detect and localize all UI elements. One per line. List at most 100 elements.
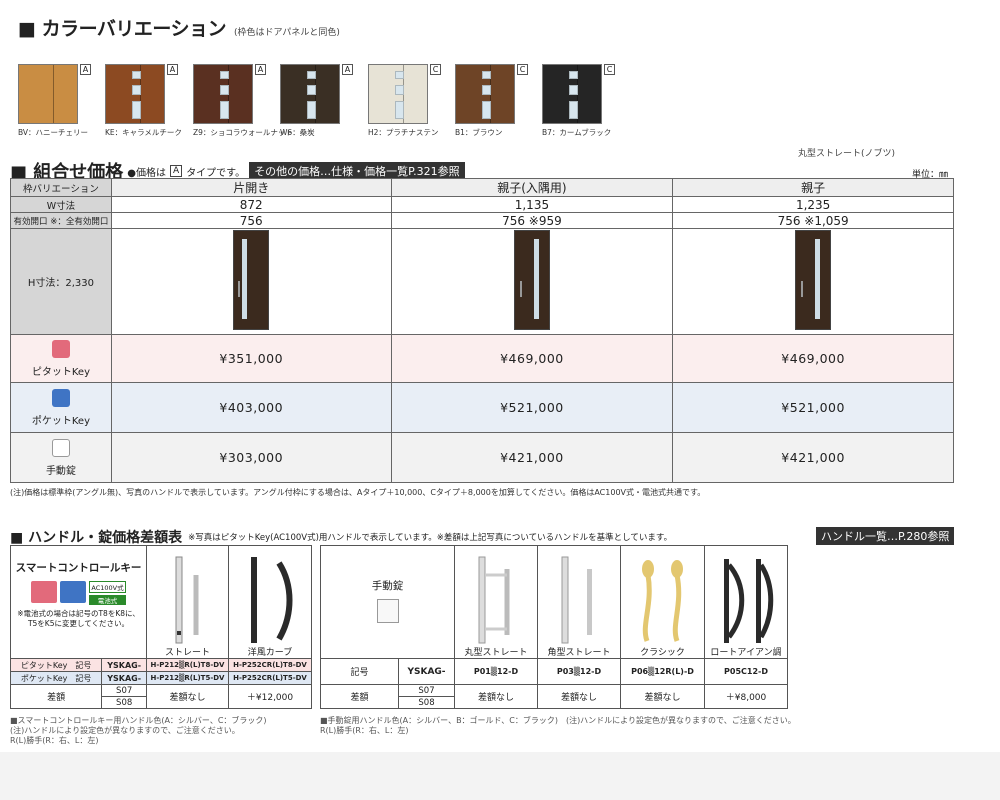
price-footnote: (注)価格は標準枠(アングル無)、写真のハンドルで表示しています。アングル付枠に…	[10, 488, 706, 497]
manual-s08: S08	[398, 696, 455, 709]
type-tag: A	[342, 64, 353, 75]
manual-diff-3: ＋¥8,000	[704, 684, 788, 709]
round-straight-handle-icon	[478, 556, 510, 644]
handle-classic-cell: クラシック	[620, 545, 705, 659]
color-swatch	[368, 64, 428, 124]
manual-lock-icon	[376, 599, 399, 623]
manual-code-label: 記号	[320, 658, 399, 685]
price-table: 枠バリエーション 片開き 親子(入隅用) 親子 W寸法 872 1,135 1,…	[10, 178, 954, 483]
pitat-code-1: H-P252CR(L)T8-DV	[228, 658, 312, 672]
price-pocket-2: ¥521,000	[672, 382, 954, 433]
pitat-key-icon	[31, 581, 58, 603]
pitat-code-label: ピタットKey 記号	[9, 658, 103, 672]
smart-key-table: スマートコントロールキー AC100V式 電池式 ※電池式の場合は記号のT8をK…	[9, 545, 312, 709]
swatch-label: H2：プラチナステン	[368, 128, 439, 137]
price-note-tag: A	[170, 165, 183, 177]
manual-code-3: P05C12-D	[704, 658, 788, 685]
opening-value-0: 756	[110, 212, 392, 229]
smart-diff-label: 差額	[9, 684, 103, 709]
manual-diff-2: 差額なし	[620, 684, 705, 709]
door-image	[513, 230, 550, 330]
row-label-pitat: ピタットKey	[10, 334, 112, 383]
pocket-key-icon	[60, 581, 87, 603]
type-tag: C	[430, 64, 441, 75]
color-variation-note: (枠色はドアパネルと同色)	[234, 28, 340, 38]
type-tag: A	[80, 64, 91, 75]
smart-s08: S08	[101, 696, 147, 709]
w-value-1: 1,135	[390, 196, 674, 213]
type-tag: C	[604, 64, 615, 75]
door-photo-single	[110, 228, 392, 335]
handle-list-ref: ハンドル一覧…P.280参照	[816, 527, 955, 545]
swatch-label: KE：キャラメルチーク	[105, 128, 182, 137]
color-swatch	[280, 64, 340, 124]
manual-diff-label: 差額	[320, 684, 399, 709]
row-label-pocket: ポケットKey	[10, 382, 112, 433]
door-swatch-image	[368, 64, 428, 124]
w-value-0: 872	[110, 196, 392, 213]
door-swatch-image	[105, 64, 165, 124]
price-pitat-0: ¥351,000	[110, 334, 392, 383]
row-label-manual: 手動錠	[10, 432, 112, 483]
swatch-label: BV：ハニーチェリー	[18, 128, 89, 137]
pocket-code-label: ポケットKey 記号	[9, 671, 103, 685]
price-pocket-0: ¥403,000	[110, 382, 392, 433]
door-image	[795, 230, 832, 330]
smart-s07: S07	[101, 684, 147, 697]
door-swatch-image	[280, 64, 340, 124]
manual-code-1: P03▒12-D	[537, 658, 621, 685]
pitat-code-0: H-P212▒R(L)T8-DV	[146, 658, 229, 672]
smart-footnote-2: (注)ハンドルにより設定色が異なりますので、ご注意ください。	[10, 726, 240, 735]
pitat-key-icon	[51, 339, 70, 358]
wrought-iron-handle-icon	[724, 559, 774, 643]
classic-handle-icon	[641, 560, 683, 642]
manual-s07: S07	[398, 684, 455, 697]
swatch-label: B7：カームブラック	[542, 128, 612, 137]
color-variation-title: ■ カラーバリエーション	[18, 18, 227, 40]
manual-lock-table: 手動錠 丸型ストレート 角型ストレート クラシック ロートアイアン調 記号 YS…	[320, 545, 788, 709]
variation-header: 枠バリエーション	[10, 178, 112, 197]
pitat-code-prefix: YSKAG-	[101, 658, 147, 672]
color-swatch	[455, 64, 515, 124]
col-name-0: 片開き	[110, 178, 392, 197]
page-bottom-band	[0, 752, 1000, 800]
h-header: H寸法：2,330	[10, 228, 112, 335]
door-swatch-image	[18, 64, 78, 124]
color-swatch	[105, 64, 165, 124]
handle-header: ■ ハンドル・錠価格差額表 ※写真はピタットKey(AC100V式)用ハンドルで…	[10, 527, 672, 547]
color-swatch	[193, 64, 253, 124]
pocket-code-0: H-P212▒R(L)T5-DV	[146, 671, 229, 685]
handle-iron-cell: ロートアイアン調	[704, 545, 788, 659]
price-manual-1: ¥421,000	[390, 432, 674, 483]
manual-code-2: P06▒12R(L)-D	[620, 658, 705, 685]
type-tag: A	[167, 64, 178, 75]
color-variation-header: ■ カラーバリエーション (枠色はドアパネルと同色)	[18, 14, 340, 41]
color-swatch	[542, 64, 602, 124]
price-pitat-1: ¥469,000	[390, 334, 674, 383]
pocket-code-1: H-P252CR(L)T5-DV	[228, 671, 312, 685]
manual-footnotes: ■手動錠用ハンドル色(A：シルバー、B：ゴールド、C：ブラック) (注)ハンドル…	[320, 716, 960, 736]
manual-diff-1: 差額なし	[537, 684, 621, 709]
w-value-2: 1,235	[672, 196, 954, 213]
opening-header: 有効開口 ※：全有効開口	[10, 212, 112, 229]
handle-round-cell: 丸型ストレート	[454, 545, 538, 659]
handle-square-cell: 角型ストレート	[537, 545, 621, 659]
price-note-after: タイプです。	[186, 167, 246, 179]
manual-lock-cell: 手動錠	[320, 545, 455, 659]
manual-lock-icon	[51, 438, 70, 457]
smart-key-cell: スマートコントロールキー AC100V式 電池式 ※電池式の場合は記号のT8をK…	[10, 545, 147, 659]
swatch-label: W6：桑炭	[280, 128, 315, 137]
price-pocket-1: ¥521,000	[390, 382, 674, 433]
handle-note: ※写真はピタットKey(AC100V式)用ハンドルで表示しています。※差額は上記…	[188, 533, 673, 543]
curved-handle-icon	[251, 557, 293, 643]
battery-badge: 電池式	[89, 595, 126, 605]
smart-footnote-3: R(L)勝手(R：右、L：左)	[10, 736, 99, 745]
type-tag: C	[517, 64, 528, 75]
top-right-note: 丸型ストレート(ノブツ)	[798, 149, 896, 159]
price-note: ●価格は	[127, 167, 167, 179]
handle-title: ■ ハンドル・錠価格差額表	[10, 530, 183, 546]
smart-footnote-1: ■スマートコントロールキー用ハンドル色(A：シルバー、C：ブラック)	[10, 716, 267, 725]
col-name-1: 親子(入隅用)	[390, 178, 674, 197]
door-photo-double	[672, 228, 954, 335]
door-swatch-image	[455, 64, 515, 124]
